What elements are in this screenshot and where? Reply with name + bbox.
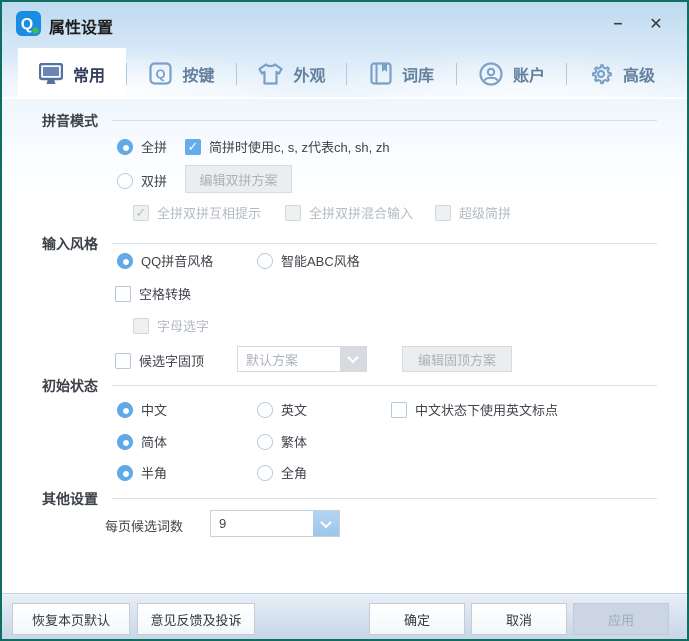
- half-width-radio[interactable]: [117, 465, 133, 481]
- tab-account[interactable]: 账户: [458, 48, 566, 99]
- fixed-top-checkbox[interactable]: [115, 353, 131, 369]
- dictionary-icon: [370, 62, 392, 85]
- letter-select-label: 字母选字: [157, 316, 209, 335]
- tab-bar: 常用 Q 按键 外观 词库: [2, 45, 687, 99]
- tab-dictionary[interactable]: 词库: [348, 48, 456, 99]
- section-divider: [112, 243, 657, 244]
- qq-style-radio[interactable]: [117, 253, 133, 269]
- tab-separator: [236, 63, 237, 85]
- abc-style-radio[interactable]: [257, 253, 273, 269]
- edit-shuangpin-button[interactable]: 编辑双拼方案: [185, 165, 292, 193]
- restore-defaults-button[interactable]: 恢复本页默认: [12, 603, 130, 635]
- tab-appearance[interactable]: 外观: [238, 48, 346, 99]
- tab-label: 账户: [513, 62, 545, 86]
- section-divider: [112, 498, 657, 499]
- full-width-label[interactable]: 全角: [281, 463, 307, 482]
- tab-label: 按键: [182, 62, 214, 86]
- quanpin-label[interactable]: 全拼: [141, 137, 167, 156]
- tab-label: 常用: [73, 62, 105, 86]
- half-width-label[interactable]: 半角: [141, 463, 167, 482]
- super-jianpin-label: 超级简拼: [459, 203, 511, 222]
- fixed-top-scheme-dropdown: 默认方案: [237, 346, 367, 372]
- fixed-top-label[interactable]: 候选字固顶: [139, 351, 204, 370]
- monitor-icon: [39, 63, 63, 85]
- english-label[interactable]: 英文: [281, 400, 307, 419]
- traditional-label[interactable]: 繁体: [281, 432, 307, 451]
- title-bar: Q 属性设置 – ✕: [2, 2, 687, 45]
- tab-label: 外观: [293, 62, 325, 86]
- letter-select-checkbox: [133, 318, 149, 334]
- dropdown-chevron-icon: [340, 347, 366, 371]
- space-convert-checkbox[interactable]: [115, 286, 131, 302]
- section-title-initial-state: 初始状态: [42, 376, 98, 396]
- tab-separator: [566, 63, 567, 85]
- dialog-title: 属性设置: [49, 14, 113, 38]
- tab-separator: [346, 63, 347, 85]
- space-convert-label[interactable]: 空格转换: [139, 284, 191, 303]
- tab-label: 词库: [402, 62, 434, 86]
- mixed-input-checkbox: [285, 205, 301, 221]
- english-punct-checkbox[interactable]: [391, 402, 407, 418]
- candidates-per-page-label: 每页候选词数: [105, 516, 183, 535]
- properties-dialog: Q 属性设置 – ✕ 常用 Q 按键: [0, 0, 689, 641]
- tab-advanced[interactable]: 高级: [568, 48, 676, 99]
- shuangpin-label[interactable]: 双拼: [141, 171, 167, 190]
- close-button[interactable]: ✕: [641, 10, 671, 38]
- general-settings-panel: 拼音模式 全拼 简拼时使用c, s, z代表ch, sh, zh 双拼 编辑双拼…: [2, 99, 687, 594]
- english-punct-label[interactable]: 中文状态下使用英文标点: [415, 400, 558, 419]
- cancel-button[interactable]: 取消: [471, 603, 567, 635]
- section-divider: [112, 120, 657, 121]
- quanpin-radio[interactable]: [117, 139, 133, 155]
- footer-bar: 恢复本页默认 意见反馈及投诉 确定 取消 应用: [2, 594, 687, 639]
- tab-label: 高级: [623, 62, 655, 86]
- tab-separator: [456, 63, 457, 85]
- traditional-radio[interactable]: [257, 434, 273, 450]
- mutual-hint-label: 全拼双拼互相提示: [157, 203, 261, 222]
- apply-button: 应用: [573, 603, 669, 635]
- abc-style-label[interactable]: 智能ABC风格: [281, 251, 360, 270]
- tab-separator: [126, 63, 127, 85]
- simplified-radio[interactable]: [117, 434, 133, 450]
- tab-general[interactable]: 常用: [18, 48, 126, 99]
- minimize-button[interactable]: –: [603, 10, 633, 38]
- feedback-button[interactable]: 意见反馈及投诉: [137, 603, 255, 635]
- simplified-label[interactable]: 简体: [141, 432, 167, 451]
- qq-style-label[interactable]: QQ拼音风格: [141, 251, 213, 270]
- edit-fixed-top-button[interactable]: 编辑固顶方案: [402, 346, 512, 372]
- chinese-radio[interactable]: [117, 402, 133, 418]
- key-icon: Q: [149, 62, 172, 85]
- svg-text:Q: Q: [156, 67, 166, 82]
- tab-keys[interactable]: Q 按键: [128, 48, 236, 99]
- candidates-per-page-dropdown[interactable]: 9: [210, 510, 340, 537]
- ok-button[interactable]: 确定: [369, 603, 465, 635]
- english-radio[interactable]: [257, 402, 273, 418]
- fixed-top-scheme-value: 默认方案: [238, 347, 340, 371]
- jianpin-czs-checkbox[interactable]: [185, 139, 201, 155]
- candidates-per-page-value: 9: [211, 511, 313, 536]
- section-title-other-settings: 其他设置: [42, 489, 98, 509]
- section-divider: [112, 385, 657, 386]
- mutual-hint-checkbox: [133, 205, 149, 221]
- tshirt-icon: [258, 63, 283, 85]
- super-jianpin-checkbox: [435, 205, 451, 221]
- section-title-pinyin-mode: 拼音模式: [42, 111, 98, 131]
- shuangpin-radio[interactable]: [117, 173, 133, 189]
- jianpin-czs-label[interactable]: 简拼时使用c, s, z代表ch, sh, zh: [209, 137, 390, 156]
- dropdown-chevron-icon[interactable]: [313, 511, 339, 536]
- full-width-radio[interactable]: [257, 465, 273, 481]
- logo-letter: Q: [21, 16, 33, 33]
- gear-icon: [589, 62, 613, 86]
- chinese-label[interactable]: 中文: [141, 400, 167, 419]
- section-title-input-style: 输入风格: [42, 234, 98, 254]
- qq-pinyin-logo-icon: Q: [16, 11, 41, 36]
- mixed-input-label: 全拼双拼混合输入: [309, 203, 413, 222]
- account-icon: [479, 62, 503, 86]
